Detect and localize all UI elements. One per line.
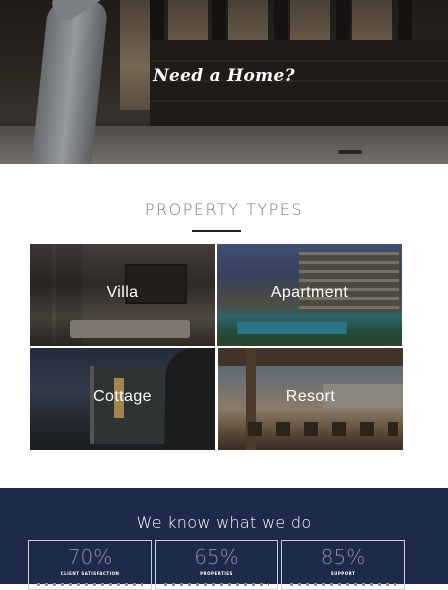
stat-value: 85% [320,545,366,569]
stat-card: 85% SUPPORT [281,540,405,590]
stats-section: We know what we do 70% CLIENT SATISFACTI… [0,488,448,590]
property-tile-label: Cottage [93,388,152,405]
property-types-title: PROPERTY TYPES [144,200,304,219]
stat-label: CLIENT SATISFACTION [60,571,120,576]
property-tile-cottage[interactable]: Cottage [30,348,215,450]
stat-text-placeholder [290,583,396,586]
property-tile-resort[interactable]: Resort [218,348,403,450]
property-tile-label: Villa [106,284,139,301]
stat-value: 65% [194,545,239,569]
property-tile-label: Apartment [270,284,349,301]
property-tile-apartment[interactable]: Apartment [217,244,402,346]
property-tile-label: Resort [285,388,336,405]
stat-text-placeholder [37,583,143,586]
stat-card: 70% CLIENT SATISFACTION [28,540,152,590]
stat-value: 70% [67,545,113,569]
stats-title: We know what we do [136,513,312,532]
hero-banner: Need a Home? [0,0,448,164]
stat-text-placeholder [164,583,269,586]
hero-title: Need a Home? [153,66,295,86]
title-divider [192,230,241,232]
stat-label: SUPPORT [330,571,356,576]
stat-card: 65% PROPERTIES [155,540,278,590]
stat-label: PROPERTIES [200,571,233,576]
property-tile-villa[interactable]: Villa [30,244,215,346]
